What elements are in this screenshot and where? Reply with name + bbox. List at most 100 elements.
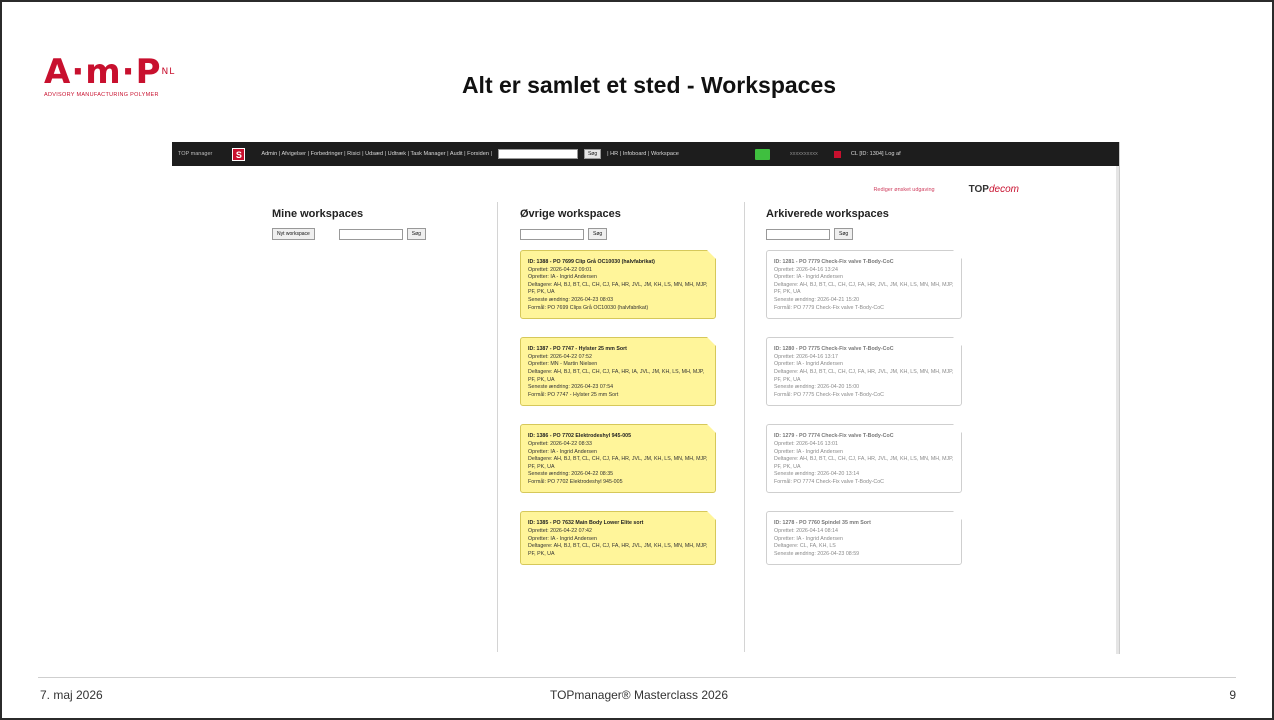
card-line: Deltagere: AH, BJ, BT, CL, CH, CJ, FA, H…	[774, 456, 954, 470]
card-line: Oprettet: 2026-04-14 08:14	[774, 528, 838, 535]
card-line: Deltagere: AH, BJ, BT, CL, CH, CJ, FA, H…	[774, 281, 954, 296]
page-number: 9	[1229, 688, 1236, 702]
slide: A·m·PNL ADVISORY MANUFACTURING POLYMER A…	[0, 0, 1274, 720]
card-line: Oprettet: 2026-04-16 13:24	[774, 266, 838, 273]
card-title[interactable]: ID: 1388 - PO 7699 Clip Grå OC10030 (hal…	[528, 259, 709, 267]
archived-search-button[interactable]: Søg	[834, 228, 854, 240]
card-line: Seneste ændring: 2026-04-20 13:14	[774, 471, 860, 478]
message-icon[interactable]	[754, 148, 770, 160]
workspace-card[interactable]: ID: 1278 - PO 7760 Spindel 35 mm Sort Opr…	[766, 511, 962, 566]
card-line: Seneste ændring: 2026-04-23 08:03	[528, 296, 614, 303]
card-line: Opretter: IA - Ingrid Andersen	[528, 448, 597, 455]
slide-title: Alt er samlet et sted - Workspaces	[461, 72, 837, 98]
card-line: Oprettet: 2026-04-22 09:01	[528, 266, 592, 273]
card-line: Deltagere: AH, BJ, BT, CL, CH, CJ, FA, H…	[774, 368, 954, 383]
card-line: Seneste ændring: 2026-04-22 08:35	[528, 471, 614, 478]
other-cards: ID: 1388 - PO 7699 Clip Grå OC10030 (hal…	[520, 250, 716, 566]
card-line: Opretter: IA - Ingrid Andersen	[528, 535, 597, 542]
footer-divider	[38, 677, 1236, 678]
card-title[interactable]: ID: 1385 - PO 7632 Main Body Lower Elite…	[528, 520, 709, 528]
card-title[interactable]: ID: 1278 - PO 7760 Spindel 35 mm Sort	[774, 520, 955, 528]
card-line: Opretter: IA - Ingrid Andersen	[774, 535, 843, 542]
archived-column: Arkiverede workspaces Søg ID: 1281 - PO …	[766, 208, 962, 583]
nav-brand[interactable]: TOP manager	[178, 151, 212, 157]
divider	[744, 202, 745, 652]
top-nav: TOP manager S Admin | Afvigelser | Forbe…	[172, 142, 1119, 166]
card-line: Formål: PO 7747 - Hylster 25 mm Sort	[528, 391, 619, 398]
mine-column: Mine workspaces Nyt workspace Søg	[272, 208, 426, 250]
card-line: Deltagere: AH, BJ, BT, CL, CH, CJ, FA, H…	[528, 456, 708, 470]
card-corner	[953, 250, 962, 259]
footer-title: TOPmanager® Masterclass 2026	[549, 688, 729, 702]
card-line: Opretter: IA - Ingrid Andersen	[774, 274, 843, 281]
workspace-card[interactable]: ID: 1385 - PO 7632 Main Body Lower Elite…	[520, 511, 716, 566]
app-screenshot: TOP manager S Admin | Afvigelser | Forbe…	[172, 142, 1120, 654]
card-line: Opretter: IA - Ingrid Andersen	[774, 448, 843, 455]
card-line: Formål: PO 7775 Check-Fix valve T-Body-C…	[774, 391, 884, 398]
workspace-card[interactable]: ID: 1281 - PO 7779 Check-Fix valve T-Bod…	[766, 250, 962, 320]
card-title[interactable]: ID: 1280 - PO 7775 Check-Fix valve T-Bod…	[774, 346, 955, 354]
card-line: Formål: PO 7699 Clips Grå OC10030 (halvf…	[528, 304, 649, 311]
nav-menu[interactable]: Admin | Afvigelser | Forbedringer | Risi…	[261, 151, 492, 157]
card-title[interactable]: ID: 1387 - PO 7747 - Hylster 25 mm Sort	[528, 346, 709, 354]
scrollbar[interactable]	[1116, 166, 1119, 654]
card-title[interactable]: ID: 1281 - PO 7779 Check-Fix valve T-Bod…	[774, 259, 955, 267]
mine-search-input[interactable]	[338, 228, 403, 240]
card-line: Oprettet: 2026-04-16 13:17	[774, 353, 838, 360]
card-corner	[707, 424, 716, 434]
card-line: Seneste ændring: 2026-04-23 08:59	[774, 550, 860, 557]
user-name: xxxxxxxxxx	[789, 151, 818, 157]
card-line: Opretter: MN - Martin Nielsen	[528, 361, 598, 368]
request-link[interactable]: Rediger ønsket udgaving	[873, 187, 934, 193]
card-line: Deltagere: AH, BJ, BT, CL, CH, CJ, FA, H…	[528, 543, 708, 557]
new-workspace-button[interactable]: Nyt workspace	[272, 228, 315, 240]
card-title[interactable]: ID: 1279 - PO 7774 Check-Fix valve T-Bod…	[774, 433, 955, 441]
other-search-button[interactable]: Søg	[588, 228, 608, 240]
card-line: Oprettet: 2026-04-22 07:52	[528, 353, 592, 360]
card-title[interactable]: ID: 1386 - PO 7702 Elektrodeshyl 945-005	[528, 433, 709, 441]
archived-search-input[interactable]	[766, 228, 830, 240]
card-line: Oprettet: 2026-04-16 13:01	[774, 440, 838, 447]
card-line: Deltagere: AH, BJ, BT, CL, CH, CJ, FA, H…	[528, 368, 705, 383]
card-line: Oprettet: 2026-04-22 08:33	[528, 440, 592, 447]
card-line: Formål: PO 7702 Elektrodeshyl 945-005	[528, 478, 623, 485]
mine-title: Mine workspaces	[272, 208, 364, 220]
card-line: Seneste ændring: 2026-04-20 15:00	[774, 384, 860, 391]
other-search-input[interactable]	[520, 228, 584, 240]
card-corner	[707, 511, 716, 521]
card-corner	[707, 250, 716, 259]
notification-icon[interactable]	[833, 150, 841, 158]
archived-cards: ID: 1281 - PO 7779 Check-Fix valve T-Bod…	[766, 250, 962, 566]
nav-search-input[interactable]	[497, 149, 578, 159]
card-line: Oprettet: 2026-04-22 07:42	[528, 528, 592, 535]
card-line: Deltagere: CL, FA, KH, LS	[774, 543, 836, 550]
nav-search-button[interactable]: Søg	[583, 149, 602, 159]
other-title: Øvrige workspaces	[520, 208, 621, 220]
archived-title: Arkiverede workspaces	[766, 208, 889, 220]
workspace-card[interactable]: ID: 1388 - PO 7699 Clip Grå OC10030 (hal…	[520, 250, 716, 320]
card-corner	[707, 337, 716, 347]
card-corner	[953, 337, 962, 347]
card-line: Seneste ændring: 2026-04-23 07:54	[528, 384, 614, 391]
card-line: Opretter: IA - Ingrid Andersen	[528, 274, 597, 281]
workspace-card[interactable]: ID: 1279 - PO 7774 Check-Fix valve T-Bod…	[766, 424, 962, 494]
card-line: Formål: PO 7779 Check-Fix valve T-Body-C…	[774, 304, 884, 311]
nav-menu-2[interactable]: | HR | Infoboard | Workspace	[607, 151, 679, 157]
logo-rest-text: decom	[988, 184, 1019, 195]
workspace-card[interactable]: ID: 1387 - PO 7747 - Hylster 25 mm Sort O…	[520, 337, 716, 407]
workspace-card[interactable]: ID: 1280 - PO 7775 Check-Fix valve T-Bod…	[766, 337, 962, 407]
divider	[497, 202, 498, 652]
card-corner	[953, 511, 962, 521]
mine-search-button[interactable]: Søg	[406, 228, 426, 240]
logo-top-text: TOP	[968, 184, 989, 195]
topdecom-logo: TOPdecom	[969, 184, 1019, 195]
card-corner	[953, 424, 962, 434]
card-line: Opretter: IA - Ingrid Andersen	[774, 361, 843, 368]
other-column: Øvrige workspaces Søg ID: 1388 - PO 7699…	[520, 208, 716, 583]
card-line: Seneste ændring: 2026-04-21 15:20	[774, 296, 860, 303]
logout-link[interactable]: CL [ID: 1304] Log af	[851, 151, 901, 157]
card-line: Formål: PO 7774 Check-Fix valve T-Body-C…	[774, 478, 884, 485]
app-logo-icon[interactable]: S	[232, 147, 246, 161]
card-line: Deltagere: AH, BJ, BT, CL, CH, CJ, FA, H…	[528, 281, 708, 296]
workspace-card[interactable]: ID: 1386 - PO 7702 Elektrodeshyl 945-005…	[520, 424, 716, 494]
